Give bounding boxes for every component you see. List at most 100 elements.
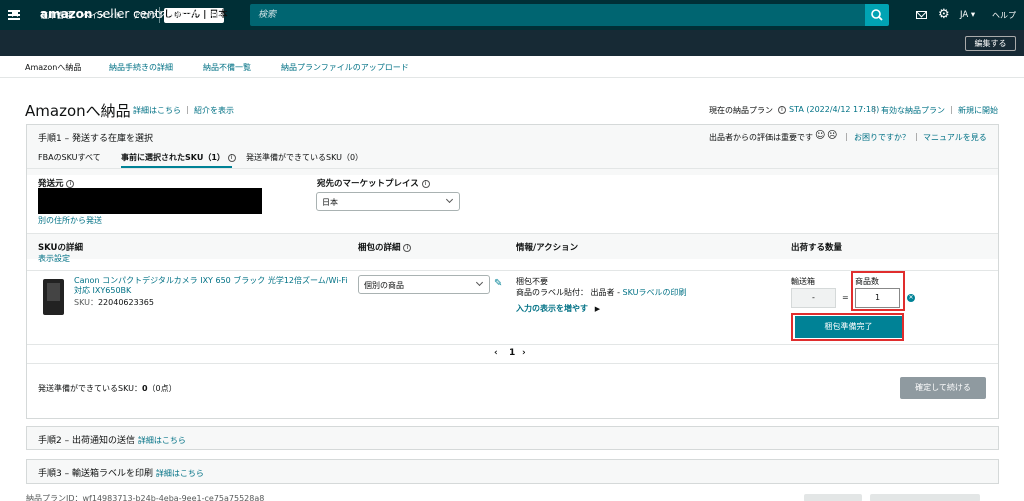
- sku-line: SKU：22040623365: [74, 297, 154, 308]
- ship-from-other-link[interactable]: 別の住所から発送: [38, 215, 102, 226]
- tab-preselected-label: 事前に選択されたSKU（1）: [121, 153, 225, 162]
- packing-value: 個別の商品: [364, 281, 404, 290]
- sku-value: 22040623365: [97, 298, 154, 307]
- plan-id-text: 納品プランID：wf14983713-b24b-4eba-9ee1-ce75a7…: [26, 494, 265, 501]
- language-selector[interactable]: JA ▾: [960, 10, 975, 20]
- step3-details-link[interactable]: 詳細はこちら: [156, 469, 204, 478]
- details-link[interactable]: 詳細はこちら: [133, 105, 181, 116]
- show-intro-link[interactable]: 紹介を表示: [194, 105, 234, 116]
- marketplace-select[interactable]: 日本: [316, 192, 460, 211]
- tab-preselected-skus[interactable]: 事前に選択されたSKU（1） i: [121, 152, 236, 163]
- product-thumbnail: [43, 279, 64, 315]
- ready-summary: 発送準備ができているSKU：0（0点）: [38, 383, 177, 394]
- chevron-down-icon: [475, 278, 484, 287]
- table-header: [27, 233, 998, 259]
- equals-sign: =: [842, 293, 849, 302]
- tab-all-fba-skus[interactable]: FBAのSKUすべて: [38, 152, 101, 163]
- separator: |: [186, 105, 189, 114]
- subtab-send-to-amazon[interactable]: Amazonへ納品: [25, 62, 81, 73]
- nav-item-feedback[interactable]: 評価: [207, 10, 223, 21]
- info-icon: i: [403, 243, 412, 252]
- info-icon: i: [421, 179, 430, 188]
- gear-icon[interactable]: ⚙: [938, 8, 950, 21]
- separator: |: [845, 132, 848, 141]
- col-info-actions: 情報/アクション: [516, 243, 579, 253]
- manual-link[interactable]: マニュアルを見る: [923, 132, 987, 143]
- feedback-text: 出品者からの評価は重要です: [709, 133, 813, 142]
- sku-label: SKU：: [74, 298, 98, 307]
- ready-units: （0点）: [147, 384, 177, 393]
- footer-button[interactable]: [870, 494, 980, 501]
- step2-details-link[interactable]: 詳細はこちら: [138, 436, 186, 445]
- info-icon: i: [227, 153, 236, 162]
- boxes-label: 輸送箱: [791, 277, 815, 286]
- search-button[interactable]: [865, 4, 889, 26]
- search-icon: [871, 9, 883, 21]
- step2-title: 手順2 – 出荷通知の送信 詳細はこちら: [38, 433, 186, 446]
- help-link[interactable]: ヘルプ: [992, 10, 1016, 21]
- current-plan-label: 現在の納品プラン: [709, 106, 773, 115]
- tab-ready-skus[interactable]: 発送準備ができているSKU（0）: [246, 152, 363, 163]
- ready-summary-label: 発送準備ができているSKU：: [38, 384, 142, 393]
- new-plan-link[interactable]: 新規に開始: [958, 105, 998, 116]
- nav-item-payments[interactable]: ペイメント: [82, 10, 122, 21]
- step3-title-text: 手順3 – 輸送箱ラベルを印刷: [38, 469, 153, 479]
- info-icon: i: [66, 179, 75, 188]
- nav-item-account-health[interactable]: アカウント健全性: [133, 10, 197, 21]
- clear-icon[interactable]: ✕: [907, 294, 915, 302]
- row-divider: [27, 363, 998, 364]
- col-qty: 出荷する数量: [791, 243, 843, 253]
- labeling-line: 商品のラベル貼付： 出品者 - SKUラベルの印刷: [516, 287, 687, 298]
- row-divider: [27, 344, 998, 345]
- step3-title: 手順3 – 輸送箱ラベルを印刷 詳細はこちら: [38, 466, 204, 479]
- confirm-continue-button[interactable]: 確定して続ける: [900, 377, 986, 399]
- step2-title-text: 手順2 – 出荷通知の送信: [38, 436, 135, 446]
- marketplace-label: 宛先のマーケットプレイス i: [317, 177, 430, 189]
- show-more-inputs-text: 入力の表示を増やす: [516, 304, 588, 313]
- chevron-down-icon: [445, 195, 454, 204]
- display-settings-link[interactable]: 表示設定: [38, 253, 70, 264]
- edit-nav-button[interactable]: 編集する: [965, 36, 1016, 51]
- nav-item-inventory[interactable]: 在庫管理: [40, 10, 72, 21]
- show-more-inputs-link[interactable]: 入力の表示を増やす ▶: [516, 303, 600, 314]
- marketplace-text: 宛先のマーケットプレイス: [317, 179, 419, 189]
- subtab-shipment-problems[interactable]: 納品不備一覧: [203, 62, 251, 73]
- prep-none-text: 梱包不要: [516, 277, 548, 286]
- search-bar[interactable]: [250, 4, 865, 26]
- search-input[interactable]: [250, 4, 865, 26]
- packing-select[interactable]: 個別の商品: [358, 275, 490, 294]
- page-number[interactable]: 1: [509, 348, 515, 358]
- col-sku-details: SKUの詳細: [38, 243, 83, 253]
- boxes-input[interactable]: -: [791, 288, 836, 308]
- ship-from-address-redacted: [38, 188, 262, 214]
- subtab-upload-plan-file[interactable]: 納品プランファイルのアップロード: [281, 62, 409, 73]
- subtab-shipment-details[interactable]: 納品手続きの詳細: [109, 62, 173, 73]
- active-plans-link[interactable]: 有効な納品プラン: [881, 105, 945, 116]
- separator: |: [915, 132, 918, 141]
- next-page-icon[interactable]: ›: [522, 348, 526, 358]
- units-input[interactable]: 1: [855, 288, 900, 308]
- caret-right-icon: ▶: [594, 305, 601, 313]
- mail-icon[interactable]: [916, 11, 927, 19]
- separator: |: [950, 105, 953, 114]
- smile-icon[interactable]: ☺: [815, 130, 825, 141]
- col-packing: 梱包の詳細 i: [358, 241, 412, 253]
- step1-title: 手順1 – 発送する在庫を選択: [38, 134, 153, 144]
- need-help-link[interactable]: お困りですか？: [854, 132, 910, 143]
- col-packing-text: 梱包の詳細: [358, 243, 401, 253]
- product-name-link[interactable]: Canon コンパクトデジタルカメラ IXY 650 ブラック 光学12倍ズーム…: [74, 276, 349, 296]
- current-plan-link[interactable]: STA (2022/4/12 17:18): [789, 105, 879, 114]
- packing-done-button[interactable]: 梱包準備完了: [795, 316, 902, 338]
- units-label: 商品数: [855, 277, 879, 286]
- marketplace-value: 日本: [322, 198, 338, 207]
- pencil-icon[interactable]: ✎: [494, 279, 504, 289]
- tab-divider: [27, 168, 998, 169]
- labeling-text: 商品のラベル貼付： 出品者 -: [516, 288, 620, 297]
- prev-page-icon[interactable]: ‹: [494, 348, 498, 358]
- print-sku-labels-link[interactable]: SKUラベルの印刷: [623, 288, 687, 297]
- separator: |: [873, 105, 876, 114]
- info-icon: i: [778, 105, 786, 114]
- page-title: Amazonへ納品: [25, 102, 131, 120]
- footer-button[interactable]: [804, 494, 862, 501]
- frown-icon[interactable]: ☹: [827, 130, 837, 141]
